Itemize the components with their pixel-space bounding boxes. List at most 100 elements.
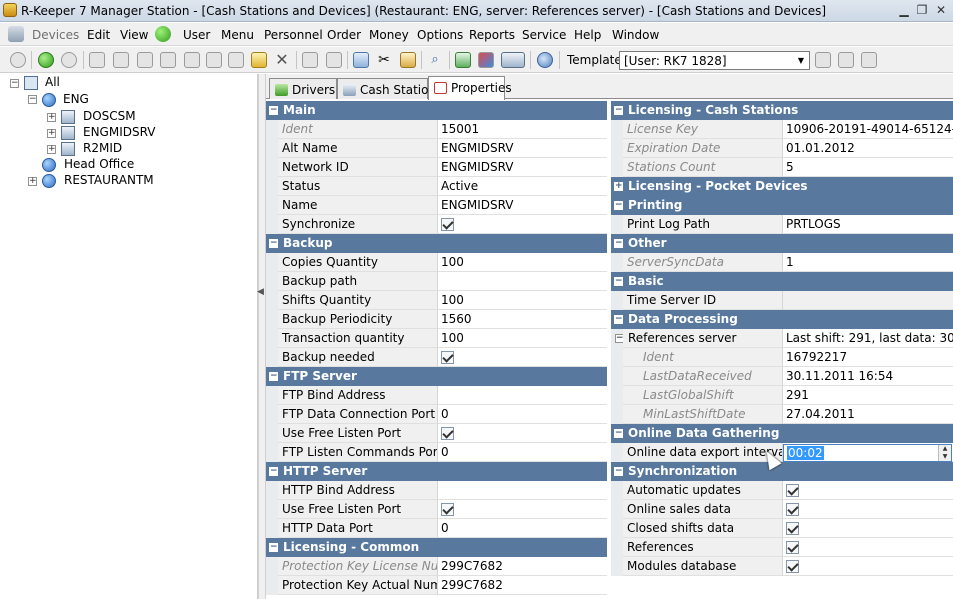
menu-reports[interactable]: Reports bbox=[469, 28, 515, 42]
paste-icon[interactable] bbox=[400, 52, 416, 68]
property-value[interactable]: ENGMIDSRV bbox=[438, 196, 607, 215]
menu-order[interactable]: Order bbox=[327, 28, 361, 42]
tab-properties[interactable]: Properties bbox=[428, 76, 512, 100]
tree-node-all[interactable]: All bbox=[45, 75, 60, 91]
new-folder-icon[interactable] bbox=[113, 52, 129, 68]
tree-node-engmidsrv[interactable]: ENGMIDSRV bbox=[83, 125, 156, 141]
menu-user[interactable]: User bbox=[183, 28, 210, 42]
template-apply-icon[interactable] bbox=[815, 52, 831, 68]
collapse-icon[interactable]: − bbox=[269, 467, 278, 476]
edit-icon[interactable] bbox=[251, 52, 267, 68]
synchronize-checkbox[interactable] bbox=[441, 218, 454, 231]
expand-icon[interactable]: + bbox=[47, 113, 56, 122]
collapse-icon[interactable]: − bbox=[269, 106, 278, 115]
property-value[interactable] bbox=[438, 386, 607, 405]
export-interval-input[interactable]: 00:02 ▲ ▼ bbox=[783, 444, 952, 462]
menu-devices[interactable]: Devices bbox=[32, 28, 79, 42]
online-sales-data-checkbox[interactable] bbox=[786, 503, 799, 516]
menu-help[interactable]: Help bbox=[574, 28, 601, 42]
menu-service[interactable]: Service bbox=[522, 28, 566, 42]
property-value[interactable]: Last shift: 291, last data: 30.11.201 bbox=[783, 329, 953, 348]
property-value[interactable]: PRTLOGS bbox=[783, 215, 953, 234]
chevron-down-icon[interactable]: ▼ bbox=[794, 53, 808, 68]
refresh-icon[interactable] bbox=[10, 52, 26, 68]
property-value[interactable]: 16792217 bbox=[783, 348, 953, 367]
splitter[interactable] bbox=[258, 74, 266, 599]
menu-window[interactable]: Window bbox=[612, 28, 659, 42]
restore-icon[interactable]: ❐ bbox=[913, 3, 931, 18]
tree-node-eng[interactable]: ENG bbox=[63, 92, 89, 108]
automatic-updates-checkbox[interactable] bbox=[786, 484, 799, 497]
menu-edit[interactable]: Edit bbox=[87, 28, 110, 42]
tree-node-head-office[interactable]: Head Office bbox=[64, 157, 134, 173]
property-value[interactable]: 299C7682 bbox=[438, 576, 607, 595]
forward-icon[interactable] bbox=[61, 52, 77, 68]
references-checkbox[interactable] bbox=[786, 541, 799, 554]
category-http-server[interactable]: − HTTP Server bbox=[266, 462, 607, 481]
category-licensing-pocket-devices[interactable]: + Licensing - Pocket Devices bbox=[611, 177, 953, 196]
expand-icon[interactable]: + bbox=[614, 182, 623, 191]
property-value[interactable]: 0 bbox=[438, 443, 607, 462]
property-value[interactable]: 5 bbox=[783, 158, 953, 177]
template-select[interactable]: [User: RK7 1828] ▼ bbox=[619, 51, 810, 70]
settings-gear-icon[interactable] bbox=[537, 52, 553, 68]
category-licensing-common[interactable]: − Licensing - Common bbox=[266, 538, 607, 557]
tree-node-restaurantm[interactable]: RESTAURANTM bbox=[64, 173, 154, 189]
property-value[interactable]: 299C7682 bbox=[438, 557, 607, 576]
search-icon[interactable]: ⌕ bbox=[427, 52, 443, 68]
property-value[interactable]: 0 bbox=[438, 405, 607, 424]
collapse-icon[interactable]: − bbox=[269, 372, 278, 381]
property-value[interactable]: 27.04.2011 bbox=[783, 405, 953, 424]
collapse-icon[interactable]: − bbox=[269, 239, 278, 248]
category-main[interactable]: − Main bbox=[266, 101, 607, 120]
modules-database-checkbox[interactable] bbox=[786, 560, 799, 573]
closed-shifts-data-checkbox[interactable] bbox=[786, 522, 799, 535]
category-ftp-server[interactable]: − FTP Server bbox=[266, 367, 607, 386]
close-icon[interactable]: ✕ bbox=[932, 3, 950, 18]
category-printing[interactable]: − Printing bbox=[611, 196, 953, 215]
property-value[interactable]: ENGMIDSRV bbox=[438, 158, 607, 177]
new-item-icon[interactable] bbox=[89, 52, 105, 68]
property-value[interactable]: 01.01.2012 bbox=[783, 139, 953, 158]
tree-node-doscsm[interactable]: DOSCSM bbox=[83, 109, 136, 125]
collapse-icon[interactable]: − bbox=[614, 277, 623, 286]
view-mode-icon[interactable] bbox=[501, 52, 525, 68]
property-value[interactable] bbox=[783, 291, 953, 310]
property-value[interactable]: 291 bbox=[783, 386, 953, 405]
category-licensing-cash-stations[interactable]: − Licensing - Cash Stations bbox=[611, 101, 953, 120]
ftp-free-port-checkbox[interactable] bbox=[441, 427, 454, 440]
property-value[interactable]: 15001 bbox=[438, 120, 607, 139]
property-value[interactable]: 100 bbox=[438, 329, 607, 348]
move-icon[interactable] bbox=[206, 52, 222, 68]
tab-cash-stations[interactable]: Cash Stations bbox=[337, 78, 442, 99]
property-value[interactable]: Active bbox=[438, 177, 607, 196]
expand-icon[interactable]: + bbox=[47, 129, 56, 138]
expand-icon[interactable]: + bbox=[28, 177, 37, 186]
category-basic[interactable]: − Basic bbox=[611, 272, 953, 291]
menu-money[interactable]: Money bbox=[369, 28, 409, 42]
delete-icon[interactable]: ✕ bbox=[274, 52, 290, 68]
collapse-icon[interactable]: − bbox=[269, 543, 278, 552]
cut-icon[interactable]: ✂ bbox=[376, 52, 392, 68]
spinner-arrows-icon[interactable]: ▲ ▼ bbox=[938, 445, 951, 461]
collapse-icon[interactable]: − bbox=[614, 201, 623, 210]
category-online-data-gathering[interactable]: − Online Data Gathering bbox=[611, 424, 953, 443]
menu-view[interactable]: View bbox=[120, 28, 148, 42]
copy-item-icon[interactable] bbox=[184, 52, 200, 68]
palette-icon[interactable] bbox=[478, 52, 494, 68]
backup-needed-checkbox[interactable] bbox=[441, 351, 454, 364]
http-free-port-checkbox[interactable] bbox=[441, 503, 454, 516]
category-data-processing[interactable]: − Data Processing bbox=[611, 310, 953, 329]
back-icon[interactable] bbox=[38, 52, 54, 68]
property-value[interactable]: 100 bbox=[438, 291, 607, 310]
collapse-arrow-icon[interactable]: ◀ bbox=[257, 287, 264, 297]
cancel-icon[interactable] bbox=[326, 52, 342, 68]
property-value[interactable]: 30.11.2011 16:54 bbox=[783, 367, 953, 386]
property-value[interactable]: 1560 bbox=[438, 310, 607, 329]
sync-icon[interactable] bbox=[455, 52, 471, 68]
properties-icon[interactable] bbox=[137, 52, 153, 68]
property-value[interactable] bbox=[438, 272, 607, 291]
property-value[interactable]: 1 bbox=[783, 253, 953, 272]
property-value[interactable]: 100 bbox=[438, 253, 607, 272]
document-icon[interactable] bbox=[228, 52, 244, 68]
